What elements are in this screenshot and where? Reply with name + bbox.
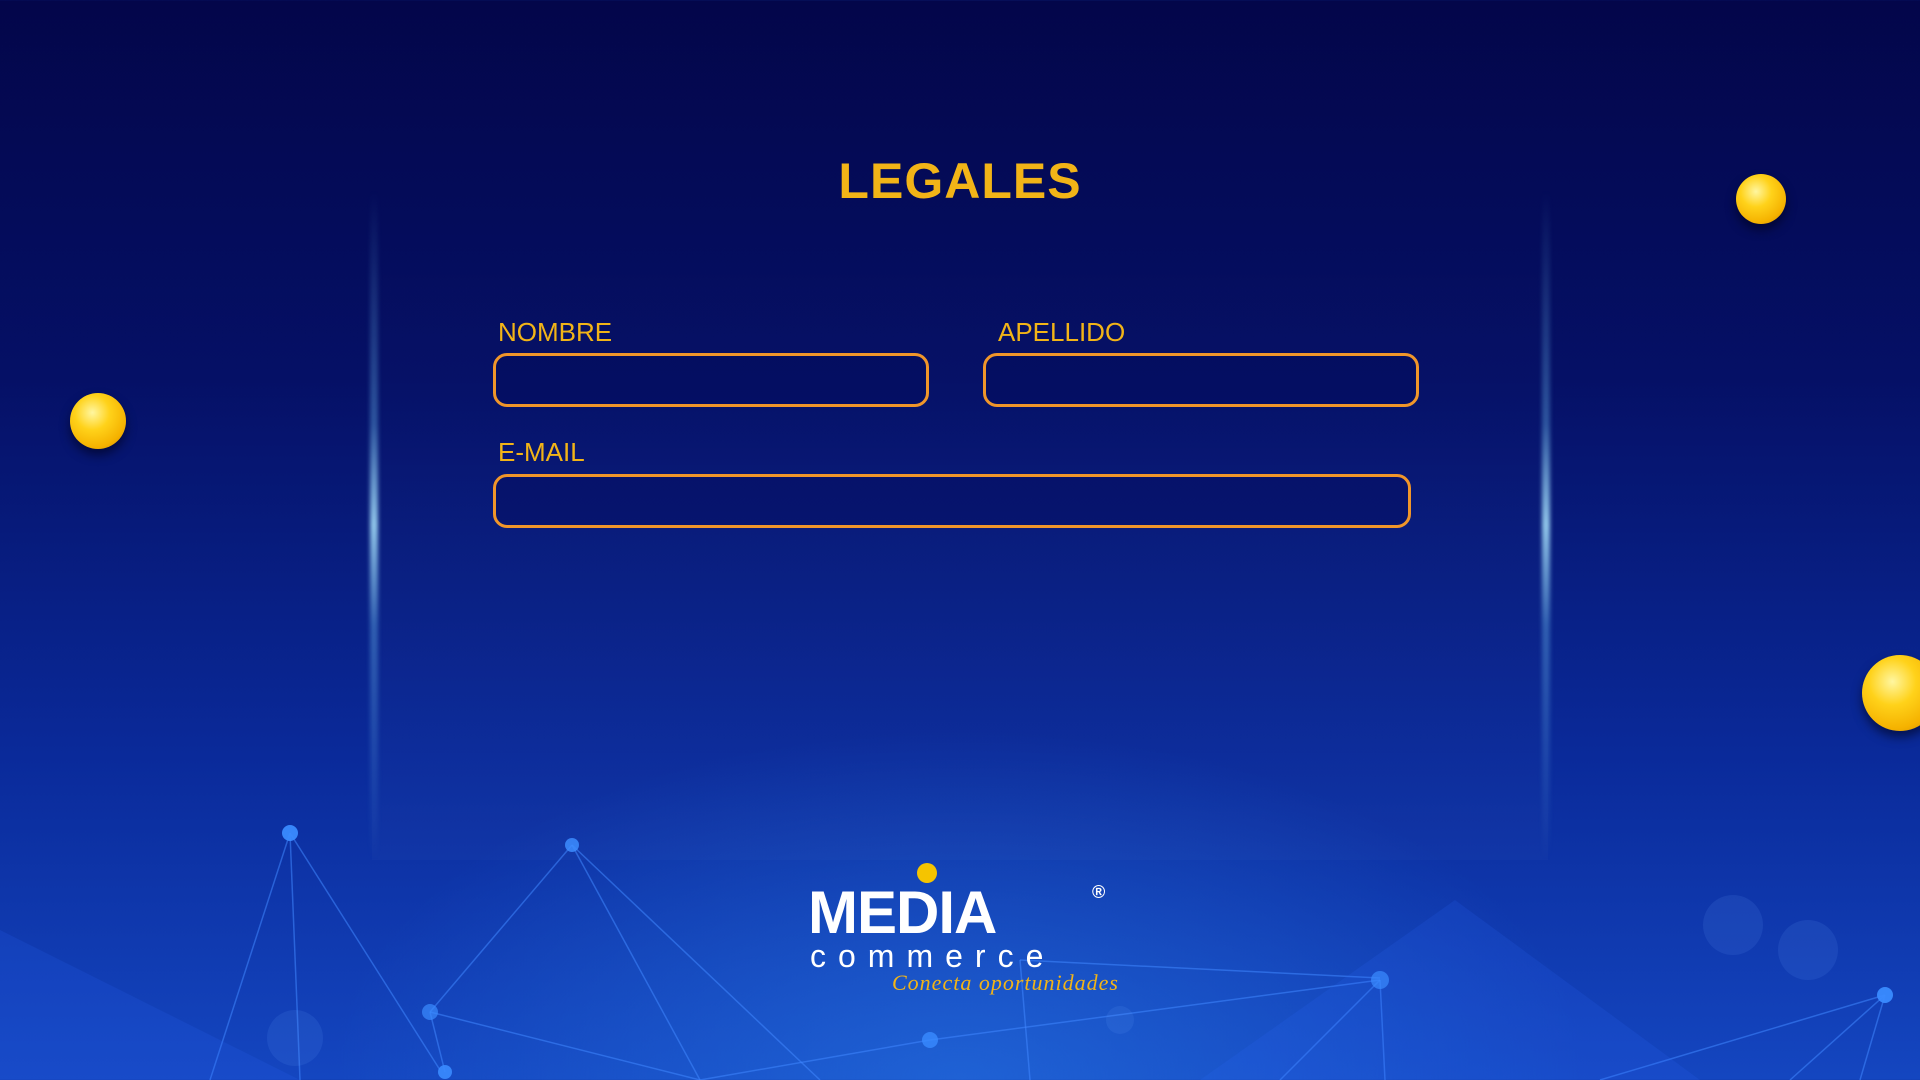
page-title: LEGALES [838, 153, 1082, 209]
gold-sphere-icon [1862, 655, 1920, 731]
logo-subtitle: commerce [810, 938, 1056, 974]
media-commerce-logo: MEDIA ® commerce Conecta oportunidades [800, 860, 1120, 995]
apellido-input[interactable] [983, 353, 1419, 407]
panel-glow-right [1542, 190, 1550, 860]
logo-tagline: Conecta oportunidades [892, 970, 1119, 995]
panel-glow-left [370, 190, 378, 860]
email-label: E-MAIL [498, 437, 585, 467]
email-input[interactable] [493, 474, 1411, 528]
nombre-input[interactable] [493, 353, 929, 407]
registered-mark: ® [1092, 882, 1106, 902]
nombre-label: NOMBRE [498, 317, 613, 347]
apellido-label: APELLIDO [998, 317, 1126, 347]
gold-sphere-icon [70, 393, 126, 449]
